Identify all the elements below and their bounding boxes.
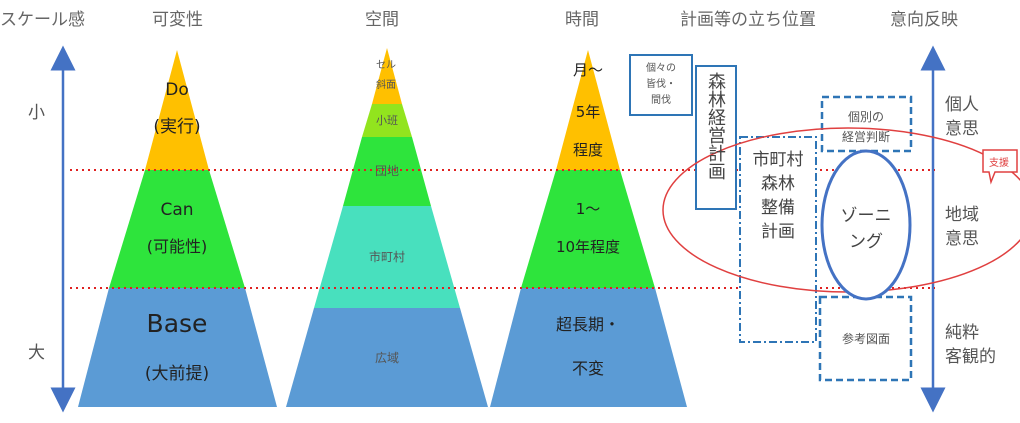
space-wide-area-label: 広域 [375, 351, 399, 365]
intent-personal-label-1: 個人 [945, 95, 979, 115]
forest-management-plan-label: 森林経営計画 [705, 72, 726, 180]
support-label: 支援 [989, 156, 1009, 169]
do-subtitle: (実行) [153, 117, 200, 137]
individual-harvest-label-3: 間伐 [651, 94, 671, 106]
time-base-label-2: 不変 [572, 359, 604, 378]
space-subcompartment-label: 小班 [376, 114, 398, 127]
time-top-label-3: 程度 [573, 141, 603, 159]
axis-label-small: 小 [28, 103, 45, 123]
time-top-label-2: 5年 [576, 103, 601, 121]
zoning-label-1: ゾーニ [841, 206, 892, 226]
time-top-label-1: 月～ [573, 61, 603, 79]
municipal-plan-label-3: 整備 [761, 198, 795, 218]
municipal-plan-label-2: 森林 [761, 174, 795, 194]
individual-judgment-label-1: 個別の [848, 110, 884, 124]
header-plan-position: 計画等の立ち位置 [680, 10, 816, 30]
individual-harvest-label-1: 個々の [646, 61, 676, 74]
space-municipality-label: 市町村 [369, 249, 405, 264]
time-long-tier [490, 288, 687, 407]
axis-label-large: 大 [28, 343, 45, 363]
space-cell-tier [372, 48, 402, 104]
variability-can-tier [109, 170, 245, 288]
header-time: 時間 [565, 10, 599, 30]
base-subtitle: (大前提) [145, 364, 209, 384]
header-variability: 可変性 [152, 10, 203, 30]
can-title: Can [160, 200, 193, 220]
do-title: Do [165, 80, 189, 100]
time-mid-label-1: 1～ [576, 200, 601, 218]
variability-do-tier [145, 50, 209, 170]
intent-pure-label-1: 純粋 [945, 323, 979, 343]
space-cell-label-2: 斜面 [376, 78, 396, 91]
header-space: 空間 [365, 10, 399, 30]
municipal-plan-label-4: 計画 [761, 222, 795, 242]
time-base-label-1: 超長期・ [556, 315, 620, 334]
time-mid-label-2: 10年程度 [556, 238, 620, 256]
reference-map-label: 参考図面 [842, 331, 890, 346]
intent-personal-label-2: 意思 [945, 119, 979, 139]
zoning-label-2: ング [849, 232, 883, 252]
municipal-plan-label-1: 市町村 [753, 150, 804, 170]
individual-harvest-label-2: 皆伐・ [646, 78, 676, 90]
header-scale: スケール感 [0, 10, 85, 30]
intent-regional-label-1: 地域 [945, 205, 979, 225]
diagram-canvas: スケール感 可変性 空間 時間 計画等の立ち位置 意向反映 小 大 Do (実行… [0, 10, 1020, 413]
intent-pure-label-2: 客観的 [945, 347, 996, 367]
variability-base-tier [78, 288, 277, 407]
space-cell-label-1: セル [376, 59, 396, 71]
header-intent: 意向反映 [890, 10, 958, 30]
intent-regional-label-2: 意思 [945, 229, 979, 249]
can-subtitle: (可能性) [147, 237, 208, 256]
individual-judgment-label-2: 経営判断 [842, 129, 890, 144]
base-title: Base [147, 309, 208, 338]
time-mid-tier [521, 170, 655, 288]
